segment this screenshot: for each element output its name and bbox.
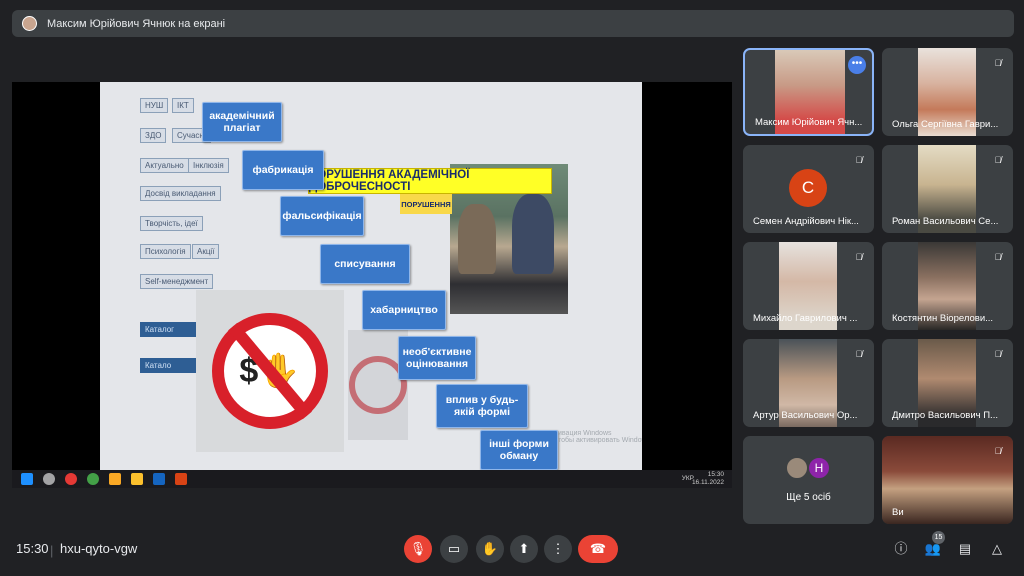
slide-side-box: Інклюзія — [188, 158, 229, 173]
taskbar-time: 15:30 — [707, 471, 724, 478]
participant-name: Михайло Гаврилович ... — [753, 313, 858, 324]
mic-toggle-button[interactable]: 🎙 — [404, 535, 432, 563]
more-options-icon[interactable]: ••• — [848, 56, 866, 74]
chrome-icon-2 — [87, 473, 99, 485]
participant-name: Костянтин Віорелови... — [892, 313, 994, 324]
chrome-icon — [65, 473, 77, 485]
separator: | — [50, 543, 54, 558]
slide-side-box: Актуально — [140, 158, 189, 173]
present-button[interactable]: ⬆ — [510, 535, 538, 563]
present-icon: ⬆ — [518, 541, 530, 556]
slide-side-box: Катало — [140, 358, 196, 373]
leave-call-button[interactable]: ☎ — [578, 535, 618, 563]
participant-tile[interactable]: 🎙̸ Михайло Гаврилович ... — [743, 242, 874, 330]
powerpoint-icon — [175, 473, 187, 485]
word-icon — [153, 473, 165, 485]
step-box: необ'єктивне оцінювання — [398, 336, 476, 380]
participant-name: Ви — [892, 507, 904, 518]
step-box: фабрикація — [242, 150, 324, 190]
participant-tile[interactable]: 🎙̸ Ольга Сергіївна Гаври... — [882, 48, 1013, 136]
activities-button[interactable]: △ — [988, 540, 1006, 558]
mic-off-icon: 🎙̸ — [855, 349, 863, 359]
camera-icon: ▭ — [447, 541, 461, 556]
participant-tile[interactable]: ••• Максим Юрійович Ячн... — [743, 48, 874, 136]
meeting-details-button[interactable]: ⓘ — [892, 540, 910, 558]
step-box: вплив у будь-якій формі — [436, 384, 528, 428]
windows-start-icon — [21, 473, 33, 485]
step-box: хабарництво — [362, 290, 446, 330]
participant-tile-self[interactable]: 🎙̸ Ви — [882, 436, 1013, 524]
slide-side-box: НУШ — [140, 98, 169, 113]
more-vert-icon: ⋮ — [551, 541, 565, 556]
participant-avatar: Н — [807, 456, 831, 480]
slide-side-box: ЗДО — [140, 128, 167, 143]
participant-name: Дмитро Васильович П... — [892, 410, 998, 421]
slide-side-box: Каталог — [140, 322, 196, 337]
participant-tile[interactable]: 🎙̸ Артур Васильович Ор... — [743, 339, 874, 427]
people-count-badge: 15 — [932, 531, 945, 544]
more-participants-tile[interactable]: Н Ще 5 осіб — [743, 436, 874, 524]
mic-off-icon: 🎙 — [409, 541, 427, 556]
windows-activation-watermark: ивация Windows тобы активировать Windows… — [558, 430, 642, 444]
chat-button[interactable]: ▤ — [956, 540, 974, 558]
app-icon — [131, 473, 143, 485]
shared-slide: НУШ ІКТ ЗДО Сучасні Актуально Інклюзія Д… — [100, 82, 642, 470]
folder-icon — [109, 473, 121, 485]
mic-off-icon: 🎙̸ — [994, 446, 1002, 456]
slide-side-box: Self-менеджмент — [140, 274, 214, 289]
participant-avatar — [785, 456, 809, 480]
participant-tile[interactable]: 🎙̸ Костянтин Віорелови... — [882, 242, 1013, 330]
phone-hangup-icon: ☎ — [589, 541, 607, 556]
hand-icon: ✋ — [481, 541, 499, 556]
step-box: академічний плагіат — [202, 102, 282, 142]
mic-off-icon: 🎙̸ — [994, 155, 1002, 165]
presentation-banner: Максим Юрійович Ячнюк на екрані — [12, 10, 1014, 37]
windows-taskbar: УКР 15:30 16.11.2022 — [12, 470, 732, 488]
banner-text: Максим Юрійович Ячнюк на екрані — [47, 17, 226, 30]
participant-name: Ольга Сергіївна Гаври... — [892, 119, 999, 130]
camera-toggle-button[interactable]: ▭ — [440, 535, 468, 563]
more-options-button[interactable]: ⋮ — [544, 535, 572, 563]
mic-off-icon: 🎙̸ — [994, 349, 1002, 359]
info-icon: ⓘ — [894, 541, 908, 556]
participant-name: Артур Васильович Ор... — [753, 410, 858, 421]
chat-icon: ▤ — [958, 541, 972, 556]
taskbar-clock: 15:30 16.11.2022 — [692, 471, 724, 487]
mic-off-icon: 🎙̸ — [994, 58, 1002, 68]
taskbar-date: 16.11.2022 — [691, 479, 724, 486]
participant-name: Семен Андрійович Нік... — [753, 216, 859, 227]
search-icon — [43, 473, 55, 485]
slide-side-box: Творчість, ідеї — [140, 216, 203, 231]
participant-name: Роман Васильович Се... — [892, 216, 999, 227]
student-figure — [458, 204, 496, 274]
participant-tile[interactable]: 🎙̸ Дмитро Васильович П... — [882, 339, 1013, 427]
slide-side-box: Досвід викладання — [140, 186, 221, 201]
more-participants-label: Ще 5 осіб — [786, 492, 831, 503]
participant-tile[interactable]: 🎙̸ Роман Васильович Се... — [882, 145, 1013, 233]
activities-icon: △ — [992, 541, 1002, 556]
presenter-avatar — [22, 16, 37, 31]
student-figure — [512, 194, 554, 274]
step-box: інші форми обману — [480, 430, 558, 470]
slide-side-box: ІКТ — [172, 98, 194, 113]
slide-side-box: Акції — [192, 244, 220, 259]
step-box: списування — [320, 244, 410, 284]
raise-hand-button[interactable]: ✋ — [476, 535, 504, 563]
no-bribe-sign: $✋ — [196, 290, 344, 452]
step-box: фальсифікація — [280, 196, 364, 236]
mic-off-icon: 🎙̸ — [855, 155, 863, 165]
mic-off-icon: 🎙̸ — [994, 252, 1002, 262]
participant-tile[interactable]: С 🎙̸ Семен Андрійович Нік... — [743, 145, 874, 233]
meeting-time: 15:30 — [16, 541, 49, 556]
participant-avatar: С — [789, 169, 827, 207]
meeting-code: hxu-qyto-vgw — [60, 541, 138, 556]
mic-off-icon: 🎙̸ — [855, 252, 863, 262]
participant-name: Максим Юрійович Ячн... — [755, 117, 863, 128]
slide-side-box: Психологія — [140, 244, 191, 259]
slide-title-callout: ПОРУШЕННЯ АКАДЕМІЧНОЇ ДОБРОЧЕСНОСТІ — [308, 168, 552, 194]
prohibition-icon: $✋ — [212, 313, 328, 429]
slide-small-callout: ПОРУШЕННЯ — [400, 194, 452, 214]
